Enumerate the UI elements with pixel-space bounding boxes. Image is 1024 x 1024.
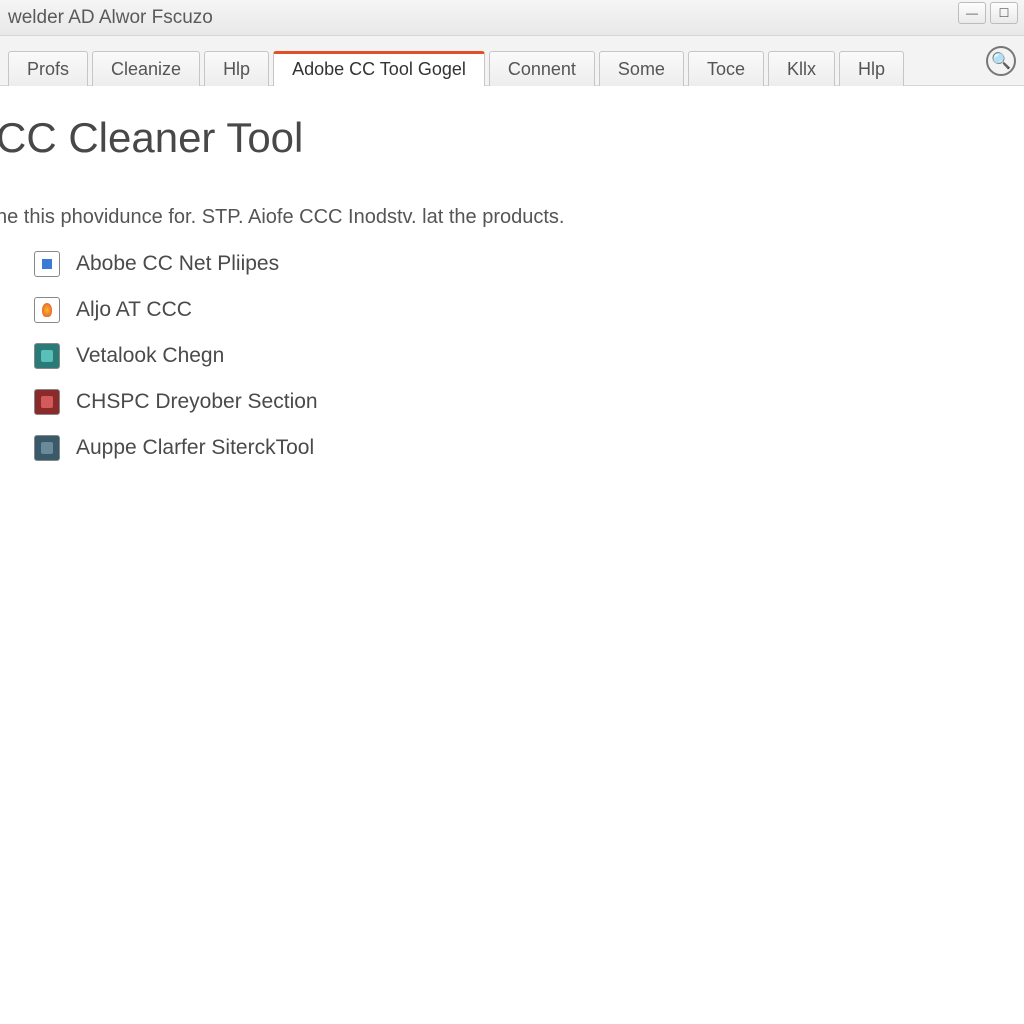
tab-label: Hlp: [223, 59, 250, 79]
item-label: Aljo AT CCC: [76, 298, 192, 322]
list-item[interactable]: Vetalook Chegn: [34, 343, 1004, 369]
tab-adobe-cc-tool[interactable]: Adobe CC Tool Gogel: [273, 51, 485, 86]
app-icon: [34, 435, 60, 461]
tab-profs[interactable]: Profs: [8, 51, 88, 86]
product-list: Abobe CC Net Pliipes Aljo AT CCC Vetaloo…: [34, 251, 1004, 461]
window-title: welder AD Alwor Fscuzo: [8, 7, 213, 29]
tab-label: Hlp: [858, 59, 885, 79]
tab-bar: Profs Cleanize Hlp Adobe CC Tool Gogel C…: [0, 36, 1024, 86]
tab-label: Profs: [27, 59, 69, 79]
tab-kllx[interactable]: Kllx: [768, 51, 835, 86]
intro-text: ne this phovidunce for. STP. Aiofe CCC I…: [0, 206, 1004, 229]
item-label: Abobe CC Net Pliipes: [76, 252, 279, 276]
item-label: Auppe Clarfer SiterckTool: [76, 436, 314, 460]
item-label: CHSPC Dreyober Section: [76, 390, 318, 414]
page-title: CC Cleaner Tool: [0, 114, 1004, 162]
tab-hlp-1[interactable]: Hlp: [204, 51, 269, 86]
search-icon[interactable]: 🔍: [986, 46, 1016, 76]
app-icon: [34, 297, 60, 323]
window-controls: — ☐: [958, 2, 1018, 24]
app-icon: [34, 343, 60, 369]
main-content: CC Cleaner Tool ne this phovidunce for. …: [0, 86, 1024, 501]
item-label: Vetalook Chegn: [76, 344, 224, 368]
tab-some[interactable]: Some: [599, 51, 684, 86]
tab-label: Adobe CC Tool Gogel: [292, 59, 466, 79]
tab-label: Kllx: [787, 59, 816, 79]
tab-label: Connent: [508, 59, 576, 79]
maximize-button[interactable]: ☐: [990, 2, 1018, 24]
tab-label: Cleanize: [111, 59, 181, 79]
minimize-button[interactable]: —: [958, 2, 986, 24]
list-item[interactable]: Abobe CC Net Pliipes: [34, 251, 1004, 277]
app-icon: [34, 389, 60, 415]
tab-label: Toce: [707, 59, 745, 79]
list-item[interactable]: CHSPC Dreyober Section: [34, 389, 1004, 415]
app-icon: [34, 251, 60, 277]
list-item[interactable]: Auppe Clarfer SiterckTool: [34, 435, 1004, 461]
tab-label: Some: [618, 59, 665, 79]
tab-hlp-2[interactable]: Hlp: [839, 51, 904, 86]
tab-cleanize[interactable]: Cleanize: [92, 51, 200, 86]
list-item[interactable]: Aljo AT CCC: [34, 297, 1004, 323]
tab-toce[interactable]: Toce: [688, 51, 764, 86]
window-titlebar: welder AD Alwor Fscuzo — ☐: [0, 0, 1024, 36]
tab-connent[interactable]: Connent: [489, 51, 595, 86]
